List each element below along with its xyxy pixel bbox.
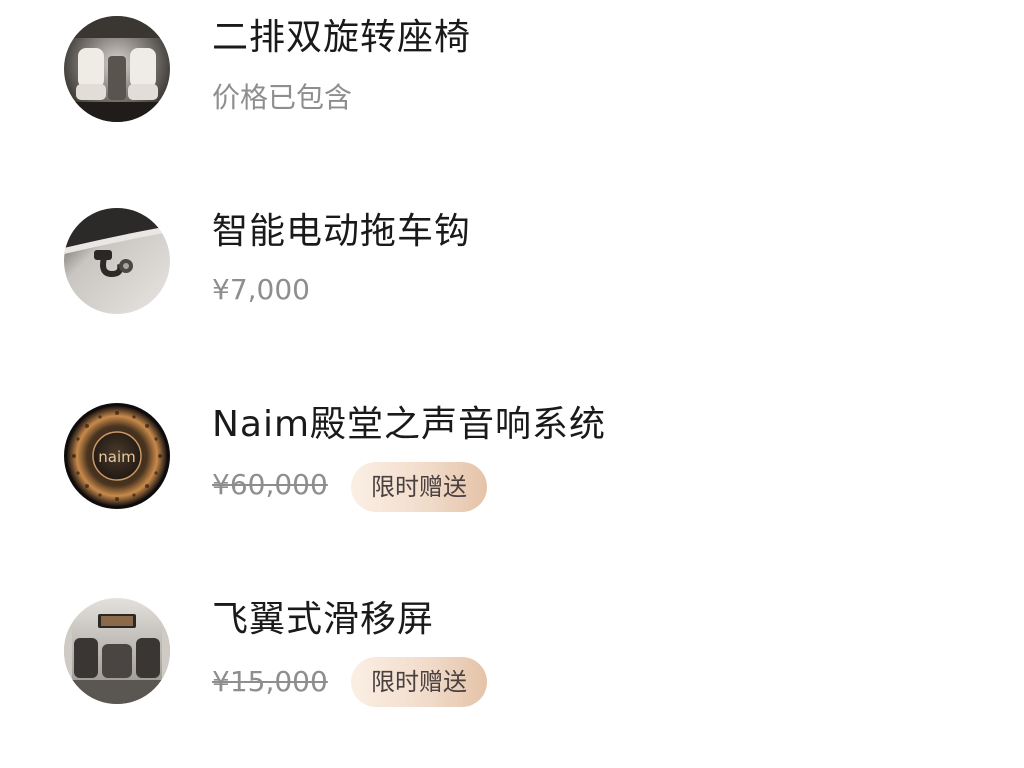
limited-gift-badge: 限时赠送 xyxy=(351,462,487,512)
limited-gift-badge: 限时赠送 xyxy=(351,657,487,707)
item-title: Naim殿堂之声音响系统 xyxy=(212,404,607,445)
item-title: 飞翼式滑移屏 xyxy=(212,599,435,640)
item-price-original: ¥60,000 xyxy=(212,468,328,501)
item-title: 二排双旋转座椅 xyxy=(212,17,472,58)
naim-logo: naim xyxy=(98,448,135,466)
list-item-tow-hook[interactable]: 智能电动拖车钩 ¥7,000 xyxy=(0,200,1024,330)
item-price-original: ¥15,000 xyxy=(212,665,328,698)
sliding-screen-thumbnail xyxy=(64,598,170,704)
list-item-rotating-seats[interactable]: 二排双旋转座椅 价格已包含 xyxy=(0,0,1024,130)
tow-hook-thumbnail xyxy=(64,208,170,314)
item-title: 智能电动拖车钩 xyxy=(212,211,472,252)
list-item-sliding-screen[interactable]: 飞翼式滑移屏 ¥15,000 限时赠送 xyxy=(0,590,1024,720)
option-list: 二排双旋转座椅 价格已包含 智能电动拖车钩 ¥7,000 naim Naim殿堂… xyxy=(0,0,1024,768)
list-item-naim-audio[interactable]: naim Naim殿堂之声音响系统 ¥60,000 限时赠送 xyxy=(0,395,1024,525)
item-price: ¥7,000 xyxy=(212,273,310,306)
naim-speaker-thumbnail: naim xyxy=(64,403,170,509)
rotating-seat-thumbnail xyxy=(64,16,170,122)
item-price: 价格已包含 xyxy=(212,81,353,114)
